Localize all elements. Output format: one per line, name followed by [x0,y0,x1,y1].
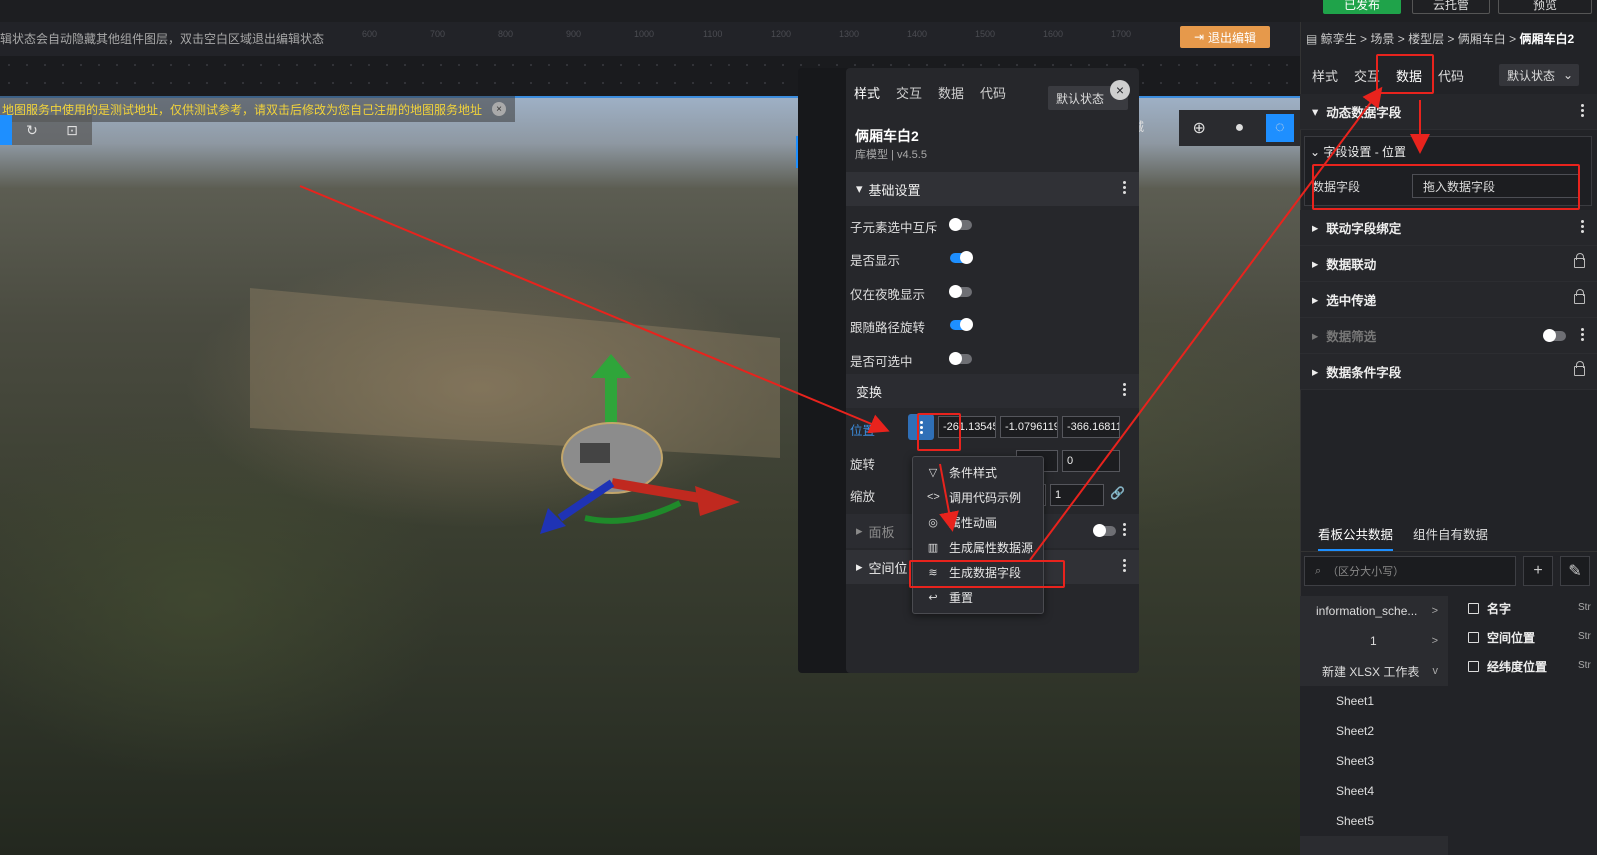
arrow-to-menu [939,463,959,532]
arrow-to-data-tab [1029,86,1383,561]
annotation-arrows [299,86,1430,561]
arrow-scene-to-position [299,185,890,434]
